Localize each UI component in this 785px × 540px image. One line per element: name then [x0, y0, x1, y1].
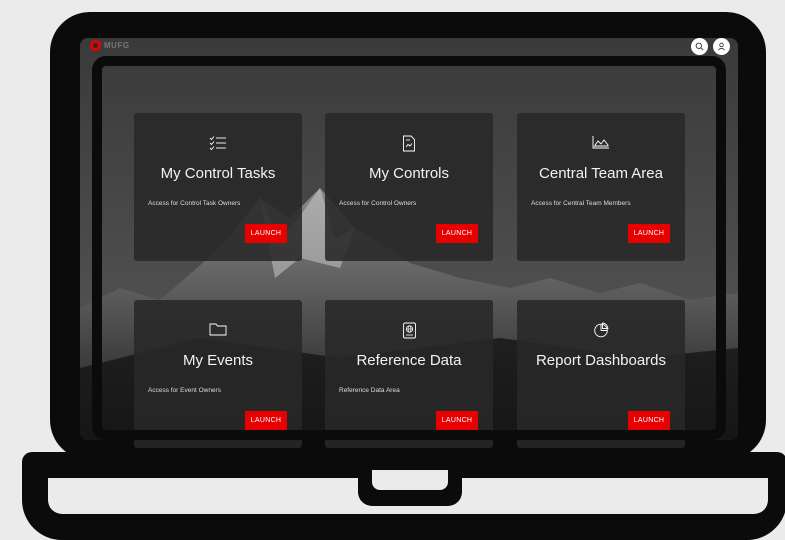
- launch-button[interactable]: LAUNCH: [245, 224, 287, 243]
- user-icon: [718, 42, 725, 51]
- laptop-hinge-inner: [372, 470, 448, 490]
- card-my-control-tasks: My Control Tasks Access for Control Task…: [134, 113, 302, 261]
- pie-chart-icon: [517, 322, 685, 340]
- document-icon: [325, 135, 493, 153]
- top-bar: MUFG: [80, 38, 738, 56]
- user-button[interactable]: [713, 38, 730, 55]
- launch-button[interactable]: LAUNCH: [436, 224, 478, 243]
- search-button[interactable]: [691, 38, 708, 55]
- card-title: Central Team Area: [539, 165, 663, 182]
- brand-mark-icon: [90, 40, 101, 51]
- card-title: My Events: [182, 352, 254, 369]
- card-title: Report Dashboards: [535, 352, 667, 369]
- card-my-events: My Events Access for Event Owners LAUNCH: [134, 300, 302, 448]
- launch-button[interactable]: LAUNCH: [628, 224, 670, 243]
- folder-icon: [134, 322, 302, 340]
- task-list-icon: [134, 135, 302, 153]
- area-chart-icon: [517, 135, 685, 153]
- search-icon: [695, 42, 704, 51]
- card-description: Access for Control Task Owners: [148, 200, 241, 207]
- brand-name: MUFG: [104, 41, 130, 50]
- card-description: Access for Central Team Members: [531, 200, 631, 207]
- card-description: Reference Data Area: [339, 387, 400, 394]
- card-title: Reference Data: [356, 352, 462, 369]
- card-reference-data: Reference Data Reference Data Area LAUNC…: [325, 300, 493, 448]
- card-description: Access for Event Owners: [148, 387, 221, 394]
- card-title: My Control Tasks: [160, 165, 276, 182]
- card-description: Access for Control Owners: [339, 200, 417, 207]
- globe-book-icon: [325, 322, 493, 340]
- launch-button[interactable]: LAUNCH: [245, 411, 287, 430]
- card-report-dashboards: Report Dashboards LAUNCH: [517, 300, 685, 448]
- brand-logo[interactable]: MUFG: [90, 40, 130, 51]
- launch-button[interactable]: LAUNCH: [628, 411, 670, 430]
- card-central-team-area: Central Team Area Access for Central Tea…: [517, 113, 685, 261]
- card-title: My Controls: [368, 165, 450, 182]
- card-my-controls: My Controls Access for Control Owners LA…: [325, 113, 493, 261]
- launch-button[interactable]: LAUNCH: [436, 411, 478, 430]
